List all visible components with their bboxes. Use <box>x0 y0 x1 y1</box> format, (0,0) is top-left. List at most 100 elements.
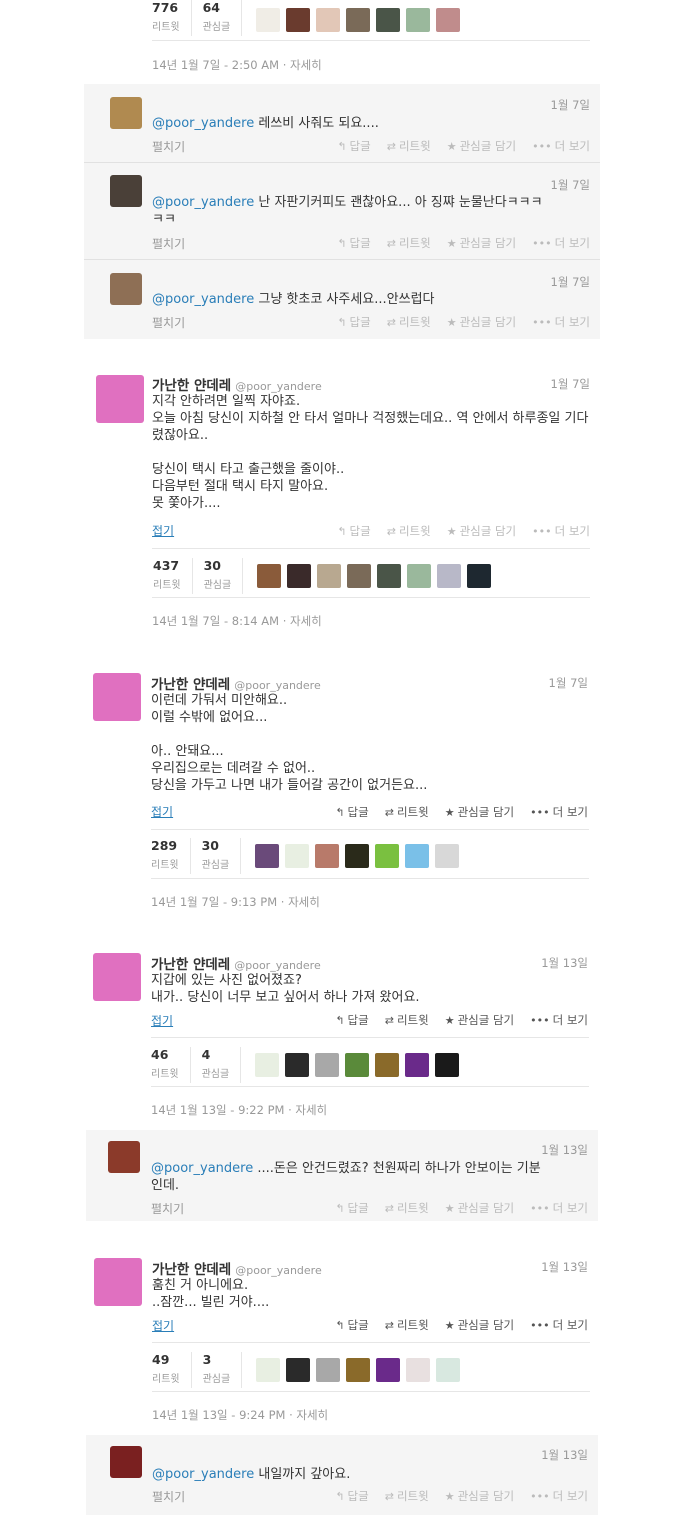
reply-avatar[interactable] <box>110 273 142 305</box>
user-thumb[interactable] <box>435 844 460 868</box>
expand-link[interactable]: 펼치기 <box>152 138 185 155</box>
reply-button[interactable]: ↰ 답글 <box>335 1488 368 1504</box>
more-button[interactable]: ••• 더 보기 <box>530 1012 588 1028</box>
author-avatar[interactable] <box>96 375 144 423</box>
favorite-button[interactable]: ★ 관심글 담기 <box>447 523 516 539</box>
retweet-count[interactable]: 289 리트윗 <box>151 838 191 874</box>
user-thumb[interactable] <box>376 8 401 32</box>
user-thumb[interactable] <box>286 8 311 32</box>
retweet-count[interactable]: 437 리트윗 <box>153 558 193 594</box>
mention-link[interactable]: @poor_yandere <box>152 292 254 307</box>
user-thumb[interactable] <box>375 844 400 868</box>
user-thumb[interactable] <box>285 844 310 868</box>
author-name[interactable]: 가난한 얀데레 @poor_yandere <box>152 374 322 394</box>
user-thumb[interactable] <box>255 1053 280 1077</box>
reply-avatar[interactable] <box>110 97 142 129</box>
user-thumb[interactable] <box>405 1053 430 1077</box>
mention-link[interactable]: @poor_yandere <box>152 1467 254 1482</box>
more-button[interactable]: ••• 더 보기 <box>530 1200 588 1216</box>
user-thumb[interactable] <box>405 844 430 868</box>
reply-button[interactable]: ↰ 답글 <box>337 523 370 539</box>
retweet-count[interactable]: 46 리트윗 <box>151 1047 191 1083</box>
collapse-link[interactable]: 접기 <box>151 1012 173 1029</box>
author-name[interactable]: 가난한 얀데레 @poor_yandere <box>151 953 321 973</box>
expand-link[interactable]: 펼치기 <box>152 1488 185 1505</box>
reply-button[interactable]: ↰ 답글 <box>335 1200 368 1216</box>
tweet-timestamp[interactable]: 14년 1월 7일 - 9:13 PM · 자세히 <box>151 894 320 910</box>
user-thumb[interactable] <box>435 1053 460 1077</box>
reply-time[interactable]: 1월 7일 <box>551 97 590 113</box>
expand-link[interactable]: 펼치기 <box>152 314 185 331</box>
more-button[interactable]: ••• 더 보기 <box>530 1488 588 1504</box>
tweet-timestamp[interactable]: 14년 1월 7일 - 8:14 AM · 자세히 <box>152 613 322 629</box>
more-button[interactable]: ••• 더 보기 <box>530 804 588 820</box>
mention-link[interactable]: @poor_yandere <box>152 116 254 131</box>
author-handle[interactable]: @poor_yandere <box>234 959 321 972</box>
retweet-button[interactable]: ⇄ 리트윗 <box>385 1317 429 1333</box>
mention-link[interactable]: @poor_yandere <box>152 195 254 210</box>
favorite-count[interactable]: 3 관심글 <box>192 1352 243 1388</box>
reply-time[interactable]: 1월 7일 <box>551 177 590 193</box>
user-thumb[interactable] <box>317 564 342 588</box>
user-thumb[interactable] <box>407 564 432 588</box>
collapse-link[interactable]: 접기 <box>151 803 173 820</box>
favorite-count[interactable]: 4 관심글 <box>191 1047 242 1083</box>
user-thumb[interactable] <box>256 8 281 32</box>
more-button[interactable]: ••• 더 보기 <box>532 138 590 154</box>
reply-time[interactable]: 1월 13일 <box>541 1142 588 1158</box>
user-thumb[interactable] <box>345 1053 370 1077</box>
reply-avatar[interactable] <box>110 175 142 207</box>
user-thumb[interactable] <box>316 8 341 32</box>
favorite-button[interactable]: ★ 관심글 담기 <box>445 1012 514 1028</box>
reply-button[interactable]: ↰ 답글 <box>335 1317 368 1333</box>
user-thumb[interactable] <box>316 1358 341 1382</box>
reply-button[interactable]: ↰ 답글 <box>337 235 370 251</box>
user-thumb[interactable] <box>346 8 371 32</box>
reply-time[interactable]: 1월 7일 <box>551 274 590 290</box>
user-thumb[interactable] <box>346 1358 371 1382</box>
favorite-button[interactable]: ★ 관심글 담기 <box>447 314 516 330</box>
user-thumb[interactable] <box>375 1053 400 1077</box>
favorite-count[interactable]: 30 관심글 <box>191 838 242 874</box>
user-thumb[interactable] <box>255 844 280 868</box>
retweet-button[interactable]: ⇄ 리트윗 <box>385 804 429 820</box>
user-thumb[interactable] <box>376 1358 401 1382</box>
reply-avatar[interactable] <box>110 1446 142 1478</box>
retweet-count[interactable]: 49 리트윗 <box>152 1352 192 1388</box>
tweet-timestamp[interactable]: 14년 1월 13일 - 9:24 PM · 자세히 <box>152 1407 328 1423</box>
user-thumb[interactable] <box>377 564 402 588</box>
user-thumb[interactable] <box>287 564 312 588</box>
user-thumb[interactable] <box>406 8 431 32</box>
expand-link[interactable]: 펼치기 <box>152 235 185 252</box>
user-thumb[interactable] <box>436 8 461 32</box>
favorite-count[interactable]: 64 관심글 <box>192 0 243 36</box>
retweet-button[interactable]: ⇄ 리트윗 <box>387 235 431 251</box>
user-thumb[interactable] <box>315 1053 340 1077</box>
more-button[interactable]: ••• 더 보기 <box>532 314 590 330</box>
user-thumb[interactable] <box>256 1358 281 1382</box>
author-avatar[interactable] <box>93 953 141 1001</box>
collapse-link[interactable]: 접기 <box>152 1317 174 1334</box>
user-thumb[interactable] <box>257 564 282 588</box>
favorite-count[interactable]: 30 관심글 <box>193 558 244 594</box>
user-thumb[interactable] <box>345 844 370 868</box>
user-thumb[interactable] <box>285 1053 310 1077</box>
reply-time[interactable]: 1월 13일 <box>541 1447 588 1463</box>
user-thumb[interactable] <box>467 564 492 588</box>
reply-avatar[interactable] <box>108 1141 140 1173</box>
author-handle[interactable]: @poor_yandere <box>234 679 321 692</box>
author-name[interactable]: 가난한 얀데레 @poor_yandere <box>151 673 321 693</box>
favorite-button[interactable]: ★ 관심글 담기 <box>445 1488 514 1504</box>
user-thumb[interactable] <box>436 1358 461 1382</box>
author-avatar[interactable] <box>94 1258 142 1306</box>
more-button[interactable]: ••• 더 보기 <box>532 523 590 539</box>
more-button[interactable]: ••• 더 보기 <box>532 235 590 251</box>
tweet-timestamp[interactable]: 14년 1월 7일 - 2:50 AM · 자세히 <box>152 57 590 73</box>
author-name[interactable]: 가난한 얀데레 @poor_yandere <box>152 1258 322 1278</box>
retweet-button[interactable]: ⇄ 리트윗 <box>387 138 431 154</box>
reply-button[interactable]: ↰ 답글 <box>335 1012 368 1028</box>
expand-link[interactable]: 펼치기 <box>151 1200 184 1217</box>
author-handle[interactable]: @poor_yandere <box>235 1264 322 1277</box>
user-thumb[interactable] <box>286 1358 311 1382</box>
user-thumb[interactable] <box>406 1358 431 1382</box>
